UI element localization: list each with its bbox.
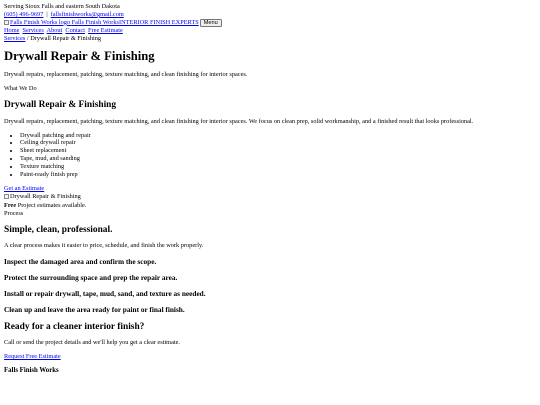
- nav-home[interactable]: Home: [4, 27, 19, 34]
- breadcrumb: Services / Drywall Repair & Finishing: [4, 35, 536, 43]
- contact-row: (605) 496-9697 | fallsfinishworks@gmail.co…: [4, 11, 536, 19]
- email-link[interactable]: fallsfinishworks@gmail.com: [51, 11, 124, 18]
- nav-contact[interactable]: Contact: [65, 27, 85, 34]
- nav-services[interactable]: Services: [22, 27, 43, 34]
- contact-separator: |: [46, 10, 48, 18]
- footer-title: Falls Finish Works: [4, 367, 59, 375]
- list-item: Tape, mud, and sanding: [20, 155, 536, 163]
- list-item: Texture matching: [20, 163, 536, 171]
- broken-image-icon: [4, 20, 9, 26]
- phone-link[interactable]: (605) 496-9697: [4, 11, 43, 18]
- breadcrumb-separator: /: [26, 34, 29, 42]
- eyebrow-what-we-do: What We Do: [4, 85, 37, 93]
- estimate-note: Free Project estimates available.: [4, 202, 536, 210]
- cta-body: Call or send the project details and we'…: [4, 339, 180, 347]
- main-nav: Home Services About Contact Free Estimat…: [4, 27, 536, 35]
- service-list: Drywall patching and repair Ceiling dryw…: [4, 132, 536, 179]
- hero-lede: Drywall repairs, replacement, patching, …: [4, 71, 248, 79]
- brand-name: Falls Finish Works: [71, 18, 119, 26]
- brand-link[interactable]: Falls Finish Works logo Falls Finish Wor…: [4, 19, 199, 27]
- list-item: Sheet replacement: [20, 147, 536, 155]
- cta-link-row: Request Free Estimate: [4, 353, 536, 361]
- breadcrumb-current: Drywall Repair & Finishing: [30, 34, 102, 42]
- list-item: Ceiling drywall repair: [20, 139, 536, 147]
- broken-image-icon: [4, 193, 9, 199]
- section-title: Drywall Repair & Finishing: [4, 99, 117, 110]
- estimate-note-strong: Free: [4, 201, 17, 209]
- estimate-note-text: Project estimates available.: [16, 201, 87, 209]
- nav-free-estimate[interactable]: Free Estimate: [88, 27, 123, 34]
- process-step-1: Inspect the damaged area and confirm the…: [4, 257, 157, 267]
- process-step-3: Install or repair drywall, tape, mud, sa…: [4, 289, 206, 299]
- page: Serving Sioux Falls and eastern South Da…: [0, 0, 540, 405]
- menu-button[interactable]: Menu: [199, 18, 222, 27]
- process-step-4: Clean up and leave the area ready for pa…: [4, 305, 185, 315]
- request-estimate-link[interactable]: Request Free Estimate: [4, 353, 61, 360]
- cta-title: Ready for a cleaner interior finish?: [4, 321, 145, 332]
- list-item: Paint-ready finish prep: [20, 171, 536, 179]
- list-item: Drywall patching and repair: [20, 132, 536, 140]
- logo-alt-text: Falls Finish Works logo: [10, 18, 71, 26]
- process-title: Simple, clean, professional.: [4, 224, 113, 235]
- service-image: Drywall Repair & Finishing: [4, 193, 81, 201]
- process-step-2: Protect the surrounding space and prep t…: [4, 273, 178, 283]
- get-estimate-link[interactable]: Get an Estimate: [4, 185, 44, 192]
- section-body: Drywall repairs, replacement, patching, …: [4, 117, 474, 125]
- estimate-cta-row: Get an Estimate: [4, 185, 536, 193]
- process-intro: A clear process makes it easier to price…: [4, 242, 204, 250]
- service-area: Serving Sioux Falls and eastern South Da…: [4, 3, 120, 10]
- eyebrow-process: Process: [4, 209, 24, 217]
- brand-row: Falls Finish Works logo Falls Finish Wor…: [4, 18, 536, 27]
- brand-tagline: INTERIOR FINISH EXPERTS: [118, 18, 199, 26]
- nav-about[interactable]: About: [47, 27, 63, 34]
- breadcrumb-services[interactable]: Services: [4, 35, 25, 42]
- service-image-alt: Drywall Repair & Finishing: [10, 192, 81, 200]
- page-title: Drywall Repair & Finishing: [4, 49, 155, 64]
